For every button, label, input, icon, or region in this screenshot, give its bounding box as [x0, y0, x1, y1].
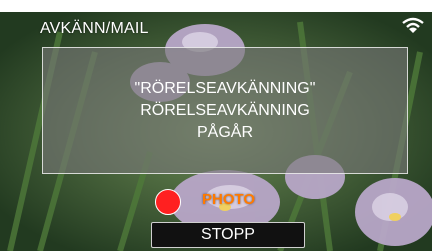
- stop-button[interactable]: STOPP: [151, 222, 305, 248]
- message-line: RÖRELSEAVKÄNNING: [140, 101, 310, 119]
- wifi-icon: [402, 17, 424, 33]
- photo-label: PHOTO: [202, 191, 256, 208]
- message-line: "RÖRELSEAVKÄNNING": [134, 79, 316, 97]
- mode-title: AVKÄNN/MAIL: [40, 20, 149, 37]
- record-dot-icon: [155, 189, 181, 215]
- message-line: PÅGÅR: [196, 123, 253, 141]
- motion-detection-message: "RÖRELSEAVKÄNNING" RÖRELSEAVKÄNNING PÅGÅ…: [42, 47, 408, 174]
